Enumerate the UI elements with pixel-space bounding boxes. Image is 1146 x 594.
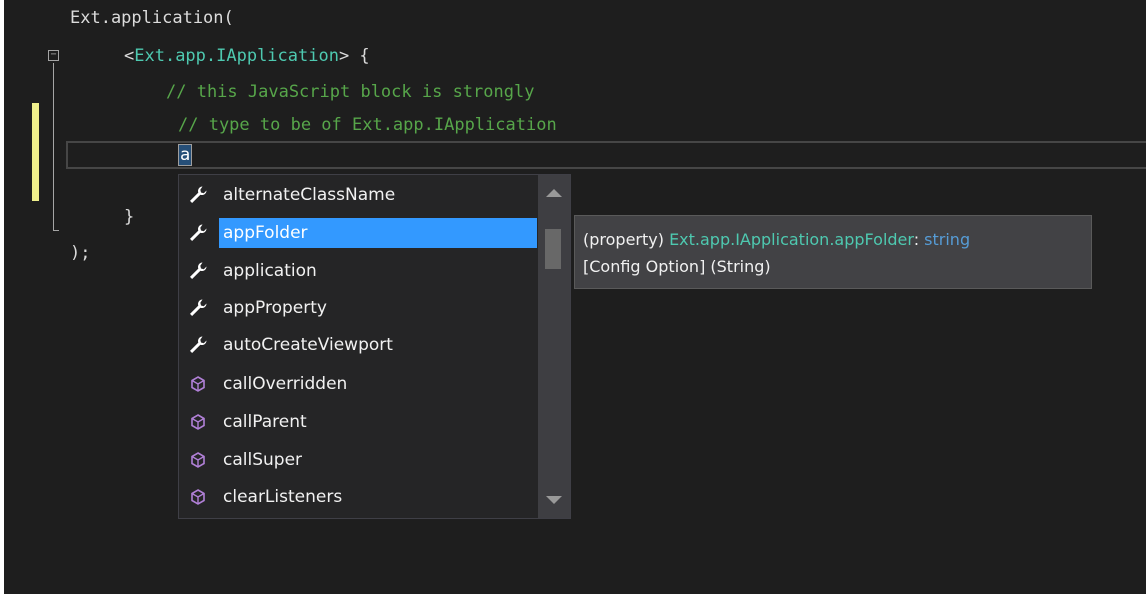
wrench-icon (187, 222, 209, 244)
code-line[interactable]: Ext.application( (70, 6, 234, 30)
current-line-highlight (66, 141, 1146, 169)
completion-item-label: application (223, 261, 317, 281)
wrench-icon (187, 184, 209, 206)
code-line[interactable]: ); (70, 241, 90, 265)
tooltip-description: [Config Option] (String) (583, 257, 771, 276)
completion-item[interactable]: appFolder (179, 215, 539, 251)
completion-item[interactable]: clearListeners (179, 479, 539, 515)
completion-item[interactable]: appProperty (179, 290, 539, 326)
completion-item-label: clearListeners (223, 487, 343, 507)
code-token-punct: ); (70, 243, 91, 263)
method-cube-icon (187, 373, 209, 395)
code-token-type: Ext.app.IApplication (134, 46, 339, 66)
scroll-thumb[interactable] (545, 229, 561, 269)
method-cube-icon (187, 411, 209, 433)
tooltip-qualified-name: Ext.app.IApplication.appFolder (669, 230, 914, 249)
code-line[interactable]: } (124, 205, 134, 229)
completion-item-label: callParent (223, 412, 307, 432)
code-line[interactable]: <Ext.app.IApplication> { (124, 44, 370, 68)
method-cube-icon (187, 486, 209, 508)
code-line[interactable]: // this JavaScript block is strongly (166, 80, 534, 104)
scroll-down-arrow-icon[interactable] (546, 496, 562, 504)
code-token-punct: } (124, 207, 135, 227)
code-line[interactable]: // type to be of Ext.app.IApplication (178, 113, 557, 137)
completion-scrollbar[interactable] (538, 175, 570, 518)
completion-item[interactable]: callParent (179, 404, 539, 440)
wrench-icon (187, 334, 209, 356)
quick-info-tooltip: (property) Ext.app.IApplication.appFolde… (574, 215, 1092, 289)
tooltip-signature: (property) Ext.app.IApplication.appFolde… (583, 226, 1091, 253)
fold-guide-end (53, 230, 59, 231)
completion-item-label: callOverridden (223, 374, 348, 394)
change-marker (32, 103, 39, 201)
completion-item-label: alternateClassName (223, 185, 396, 205)
code-token-punct: Ext.application( (70, 8, 234, 28)
completion-item-label: autoCreateViewport (223, 335, 393, 355)
completion-item[interactable]: callSuper (179, 442, 539, 478)
completion-item-label: callSuper (223, 450, 303, 470)
completion-item[interactable]: autoCreateViewport (179, 327, 539, 363)
code-token-comment: // this JavaScript block is strongly (166, 82, 535, 102)
wrench-icon (187, 297, 209, 319)
tooltip-type: string (924, 230, 971, 249)
scroll-up-arrow-icon[interactable] (546, 189, 562, 197)
fold-guide (53, 63, 54, 231)
completion-item-label: appProperty (223, 298, 327, 318)
code-token-comment: // type to be of Ext.app.IApplication (178, 115, 557, 135)
wrench-icon (187, 260, 209, 282)
tooltip-separator: : (913, 230, 925, 249)
window-edge (0, 0, 4, 594)
tooltip-kind: (property) (583, 230, 670, 249)
completion-item-label: appFolder (219, 218, 537, 248)
method-cube-icon (187, 449, 209, 471)
code-token-punct: < (124, 46, 135, 66)
completion-item[interactable]: application (179, 253, 539, 289)
intellisense-completion-list[interactable]: alternateClassName appFolder application ap… (178, 174, 571, 519)
code-line[interactable]: a (178, 143, 193, 167)
typed-text: a (178, 144, 193, 166)
collapse-toggle[interactable]: − (48, 50, 59, 61)
code-token-punct: > { (338, 46, 370, 66)
completion-item[interactable]: alternateClassName (179, 177, 539, 213)
completion-item[interactable]: callOverridden (179, 366, 539, 402)
